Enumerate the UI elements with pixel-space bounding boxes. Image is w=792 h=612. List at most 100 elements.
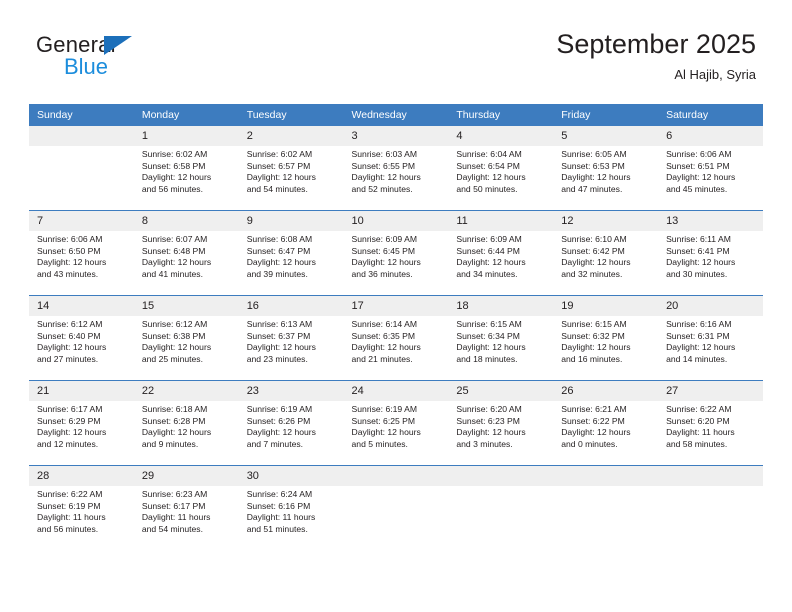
daylight-duration-line2: and 21 minutes. — [351, 353, 413, 364]
page-header: General Blue September 2025 Al Hajib, Sy… — [0, 0, 792, 98]
sunrise-time: Sunrise: 6:16 AM — [666, 319, 732, 329]
daylight-duration-line1: Daylight: 12 hours — [456, 257, 526, 268]
sunset-time: Sunset: 6:25 PM — [351, 415, 416, 426]
daylight-duration-line1: Daylight: 12 hours — [37, 342, 107, 353]
calendar-day-cell[interactable]: 9 Sunrise: 6:08 AM Sunset: 6:47 PM Daylight… — [238, 210, 344, 296]
daylight-duration-line2: and 56 minutes. — [141, 183, 203, 194]
general-blue-logo[interactable]: General Blue — [36, 32, 146, 82]
daylight-duration-line2: and 14 minutes. — [666, 353, 728, 364]
sunrise-time: Sunrise: 6:15 AM — [561, 319, 627, 329]
weekday-header-wednesday: Wednesday — [343, 104, 449, 126]
day-number: 12 — [553, 211, 659, 231]
calendar-day-cell[interactable]: 13 Sunrise: 6:11 AM Sunset: 6:41 PM Dayligh… — [658, 210, 763, 296]
calendar-week-row: 21 Sunrise: 6:17 AM Sunset: 6:29 PM Dayligh… — [29, 380, 763, 466]
weekday-header-monday: Monday — [133, 104, 239, 126]
calendar-day-cell[interactable]: 5 Sunrise: 6:05 AM Sunset: 6:53 PM Daylight… — [553, 126, 659, 211]
daylight-duration-line2: and 16 minutes. — [561, 353, 623, 364]
calendar-day-cell[interactable]: 27 Sunrise: 6:22 AM Sunset: 6:20 PM Dayligh… — [658, 380, 763, 466]
day-details: Sunrise: 6:09 AM Sunset: 6:44 PM Daylight:… — [448, 231, 553, 280]
calendar-day-cell[interactable]: 21 Sunrise: 6:17 AM Sunset: 6:29 PM Dayligh… — [29, 380, 134, 466]
sunset-time: Sunset: 6:19 PM — [37, 500, 101, 511]
calendar-day-cell[interactable]: 7 Sunrise: 6:06 AM Sunset: 6:50 PM Daylight… — [29, 210, 134, 296]
sunset-time: Sunset: 6:58 PM — [141, 160, 206, 171]
calendar-day-cell[interactable]: 19 Sunrise: 6:15 AM Sunset: 6:32 PM Dayligh… — [553, 295, 659, 381]
weekday-header-friday: Friday — [553, 104, 659, 126]
sunset-time: Sunset: 6:51 PM — [666, 160, 730, 171]
calendar-day-cell[interactable]: 14 Sunrise: 6:12 AM Sunset: 6:40 PM Dayligh… — [29, 295, 134, 381]
day-number: 7 — [29, 211, 134, 231]
daylight-duration-line1: Daylight: 12 hours — [141, 342, 212, 353]
day-number: 10 — [343, 211, 449, 231]
calendar-day-cell[interactable]: 2 Sunrise: 6:02 AM Sunset: 6:57 PM Daylight… — [238, 126, 344, 211]
day-number: 4 — [448, 126, 554, 146]
sunset-time: Sunset: 6:23 PM — [456, 415, 520, 426]
calendar-day-cell[interactable]: 23 Sunrise: 6:19 AM Sunset: 6:26 PM Dayligh… — [238, 380, 344, 466]
daylight-duration-line1: Daylight: 12 hours — [666, 342, 736, 353]
calendar-day-cell[interactable]: 15 Sunrise: 6:12 AM Sunset: 6:38 PM Dayligh… — [133, 295, 239, 381]
daylight-duration-line1: Daylight: 11 hours — [666, 427, 735, 438]
sunset-time: Sunset: 6:32 PM — [561, 330, 625, 341]
sunset-time: Sunset: 6:26 PM — [246, 415, 311, 426]
sunrise-time: Sunrise: 6:12 AM — [141, 319, 208, 329]
day-number: 16 — [238, 296, 344, 316]
calendar-day-cell[interactable]: 4 Sunrise: 6:04 AM Sunset: 6:54 PM Daylight… — [448, 126, 554, 211]
day-number: 29 — [133, 466, 239, 486]
calendar-day-cell[interactable]: 26 Sunrise: 6:21 AM Sunset: 6:22 PM Dayligh… — [553, 380, 659, 466]
daylight-duration-line1: Daylight: 12 hours — [561, 427, 631, 438]
calendar-day-cell[interactable]: 17 Sunrise: 6:14 AM Sunset: 6:35 PM Dayligh… — [343, 295, 449, 381]
daylight-duration-line2: and 54 minutes. — [246, 183, 308, 194]
calendar-day-cell[interactable]: 8 Sunrise: 6:07 AM Sunset: 6:48 PM Daylight… — [133, 210, 239, 296]
daylight-duration-line2: and 52 minutes. — [351, 183, 413, 194]
daylight-duration-line2: and 39 minutes. — [246, 268, 308, 279]
daylight-duration-line1: Daylight: 11 hours — [37, 512, 106, 523]
daylight-duration-line1: Daylight: 12 hours — [141, 257, 212, 268]
day-number: 30 — [238, 466, 344, 486]
calendar-day-cell[interactable]: 16 Sunrise: 6:13 AM Sunset: 6:37 PM Dayligh… — [238, 295, 344, 381]
calendar-day-cell[interactable]: 12 Sunrise: 6:10 AM Sunset: 6:42 PM Dayligh… — [553, 210, 659, 296]
calendar-day-cell[interactable]: 3 Sunrise: 6:03 AM Sunset: 6:55 PM Daylight… — [343, 126, 449, 211]
day-details: Sunrise: 6:06 AM Sunset: 6:51 PM Daylight:… — [658, 146, 763, 195]
sunset-time: Sunset: 6:22 PM — [561, 415, 625, 426]
day-number: 26 — [553, 381, 659, 401]
sunset-time: Sunset: 6:28 PM — [141, 415, 206, 426]
sunset-time: Sunset: 6:34 PM — [456, 330, 520, 341]
day-details: Sunrise: 6:12 AM Sunset: 6:38 PM Daylight:… — [134, 316, 239, 365]
sunset-time: Sunset: 6:48 PM — [141, 245, 206, 256]
daylight-duration-line1: Daylight: 12 hours — [351, 342, 421, 353]
calendar-day-cell[interactable]: 11 Sunrise: 6:09 AM Sunset: 6:44 PM Dayligh… — [448, 210, 554, 296]
day-number: 17 — [343, 296, 449, 316]
sunrise-time: Sunrise: 6:06 AM — [37, 234, 103, 244]
day-number: 25 — [448, 381, 554, 401]
calendar-day-cell[interactable]: 29 Sunrise: 6:23 AM Sunset: 6:17 PM Dayligh… — [133, 465, 239, 550]
calendar-week-row: 14 Sunrise: 6:12 AM Sunset: 6:40 PM Dayligh… — [29, 295, 763, 381]
day-details: Sunrise: 6:19 AM Sunset: 6:25 PM Daylight:… — [344, 401, 449, 450]
calendar-day-cell[interactable]: 25 Sunrise: 6:20 AM Sunset: 6:23 PM Dayligh… — [448, 380, 554, 466]
calendar-day-cell[interactable]: 6 Sunrise: 6:06 AM Sunset: 6:51 PM Daylight… — [658, 126, 763, 211]
sunset-time: Sunset: 6:37 PM — [246, 330, 311, 341]
calendar-day-cell[interactable]: 28 Sunrise: 6:22 AM Sunset: 6:19 PM Dayligh… — [29, 465, 134, 550]
daylight-duration-line2: and 30 minutes. — [666, 268, 728, 279]
title-block: September 2025 Al Hajib, Syria — [556, 28, 756, 83]
day-number: 18 — [448, 296, 554, 316]
daylight-duration-line2: and 3 minutes. — [456, 438, 513, 449]
sunrise-time: Sunrise: 6:04 AM — [456, 149, 522, 159]
daylight-duration-line1: Daylight: 11 hours — [141, 512, 211, 523]
calendar-day-cell[interactable]: 20 Sunrise: 6:16 AM Sunset: 6:31 PM Dayligh… — [658, 295, 763, 381]
calendar-day-cell[interactable]: 1 Sunrise: 6:02 AM Sunset: 6:58 PM Daylight… — [133, 126, 239, 211]
calendar-day-cell[interactable]: 10 Sunrise: 6:09 AM Sunset: 6:45 PM Dayligh… — [343, 210, 449, 296]
daylight-duration-line2: and 47 minutes. — [561, 183, 623, 194]
sunset-time: Sunset: 6:54 PM — [456, 160, 520, 171]
sunset-time: Sunset: 6:55 PM — [351, 160, 416, 171]
daylight-duration-line2: and 25 minutes. — [141, 353, 203, 364]
calendar-day-cell[interactable]: 24 Sunrise: 6:19 AM Sunset: 6:25 PM Dayligh… — [343, 380, 449, 466]
daylight-duration-line1: Daylight: 12 hours — [456, 342, 526, 353]
calendar-day-cell[interactable]: 30 Sunrise: 6:24 AM Sunset: 6:16 PM Dayligh… — [238, 465, 344, 550]
calendar-day-cell[interactable]: 22 Sunrise: 6:18 AM Sunset: 6:28 PM Dayligh… — [133, 380, 239, 466]
calendar-day-cell[interactable]: 18 Sunrise: 6:15 AM Sunset: 6:34 PM Dayligh… — [448, 295, 554, 381]
sunrise-time: Sunrise: 6:21 AM — [561, 404, 627, 414]
sunrise-time: Sunrise: 6:22 AM — [37, 489, 103, 499]
daylight-duration-line2: and 7 minutes. — [246, 438, 304, 449]
daylight-duration-line1: Daylight: 12 hours — [456, 427, 526, 438]
day-details: Sunrise: 6:11 AM Sunset: 6:41 PM Daylight:… — [658, 231, 763, 280]
day-details: Sunrise: 6:22 AM Sunset: 6:19 PM Daylight:… — [29, 486, 134, 535]
